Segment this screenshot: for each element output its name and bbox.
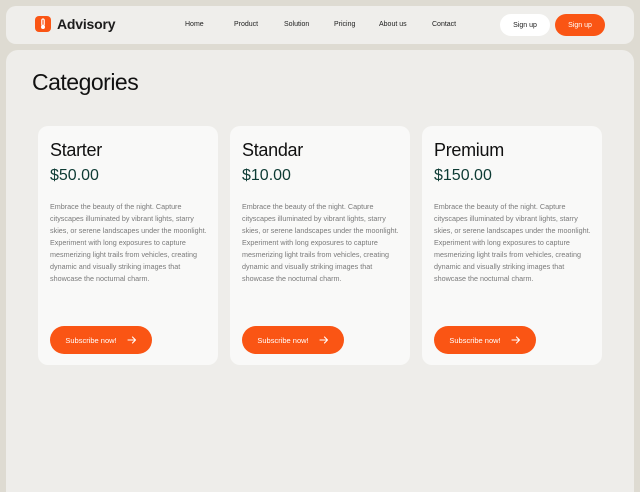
nav-link-solution[interactable]: Solution: [284, 21, 334, 28]
nav-link-product[interactable]: Product: [234, 21, 284, 28]
brand[interactable]: Advisory: [35, 16, 116, 32]
top-navbar: Advisory Home Product Solution Pricing A…: [6, 6, 634, 44]
subscribe-button-label: Subscribe now!: [65, 335, 117, 345]
plan-description: Embrace the beauty of the night. Capture…: [242, 202, 399, 283]
plan-price: $50.00: [50, 167, 99, 184]
sign-up-button[interactable]: Sign up: [555, 14, 605, 36]
nav-actions: Sign up Sign up: [500, 14, 605, 36]
thermometer-icon: [35, 16, 51, 32]
page-title: Categories: [32, 69, 139, 95]
subscribe-button-label: Subscribe now!: [257, 335, 309, 345]
plan-price: $10.00: [242, 167, 291, 184]
nav-link-home[interactable]: Home: [185, 21, 234, 28]
arrow-right-icon: [319, 336, 329, 344]
sign-in-button[interactable]: Sign up: [500, 14, 550, 36]
plan-name: Premium: [434, 140, 504, 160]
plan-card-standar: Standar $10.00 Embrace the beauty of the…: [230, 126, 410, 365]
arrow-right-icon: [127, 336, 137, 344]
nav-link-about-us[interactable]: About us: [379, 21, 432, 28]
plan-card-starter: Starter $50.00 Embrace the beauty of the…: [38, 126, 218, 365]
plan-name: Standar: [242, 140, 303, 160]
plan-description: Embrace the beauty of the night. Capture…: [434, 202, 591, 283]
plan-description: Embrace the beauty of the night. Capture…: [50, 202, 207, 283]
subscribe-button[interactable]: Subscribe now!: [50, 326, 152, 354]
nav-link-contact[interactable]: Contact: [432, 21, 456, 28]
subscribe-button[interactable]: Subscribe now!: [434, 326, 536, 354]
plan-card-premium: Premium $150.00 Embrace the beauty of th…: [422, 126, 602, 365]
plan-name: Starter: [50, 140, 102, 160]
subscribe-button[interactable]: Subscribe now!: [242, 326, 344, 354]
subscribe-button-label: Subscribe now!: [449, 335, 501, 345]
brand-name: Advisory: [57, 16, 116, 32]
nav-link-pricing[interactable]: Pricing: [334, 21, 379, 28]
arrow-right-icon: [511, 336, 521, 344]
main-nav: Home Product Solution Pricing About us C…: [185, 21, 456, 28]
plan-price: $150.00: [434, 167, 492, 184]
